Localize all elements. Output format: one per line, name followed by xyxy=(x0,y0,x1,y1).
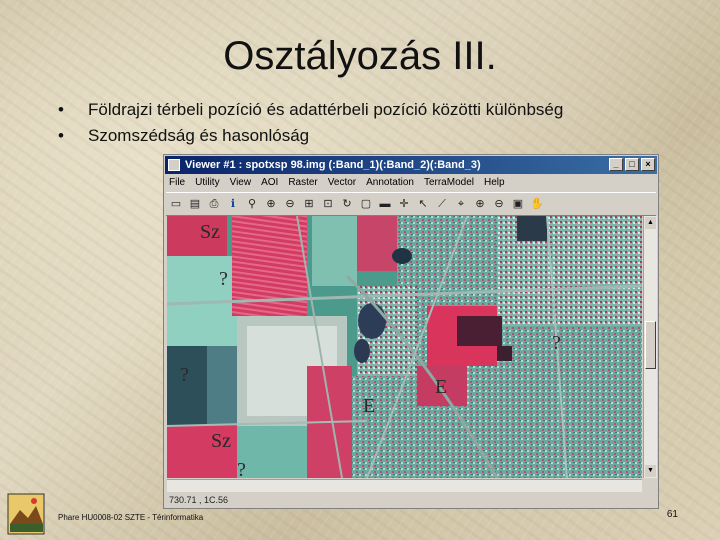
menu-raster[interactable]: Raster xyxy=(288,175,317,191)
footer-text: Phare HU0008-02 SZTE - Térinformatika xyxy=(58,513,204,522)
rotate-icon[interactable]: ↻ xyxy=(339,196,355,212)
hand-icon[interactable]: ✋ xyxy=(529,196,545,212)
satellite-image-graphic xyxy=(167,216,642,478)
magnifier-icon[interactable]: ⚲ xyxy=(244,196,260,212)
map-label-question: ? xyxy=(552,332,561,354)
line-icon[interactable]: ▬ xyxy=(377,196,393,212)
polyline-icon[interactable]: ⟋ xyxy=(434,196,450,212)
zoom-out-icon[interactable]: ⊖ xyxy=(282,196,298,212)
menu-bar: File Utility View AOI Raster Vector Anno… xyxy=(166,175,656,191)
map-label-sz-bottom: Sz xyxy=(211,430,231,452)
vertical-scrollbar[interactable]: ▲ ▼ xyxy=(643,216,657,478)
menu-file[interactable]: File xyxy=(169,175,185,191)
viewer-title: Viewer #1 : spotxsp 98.img (:Band_1)(:Ba… xyxy=(185,159,481,171)
fit-icon[interactable]: ▣ xyxy=(510,196,526,212)
bullet-text: Földrajzi térbeli pozíció és adattérbeli… xyxy=(88,100,564,119)
zoom-box-out-icon[interactable]: ⊖ xyxy=(491,196,507,212)
print-icon[interactable]: ⎙ xyxy=(206,196,222,212)
page-number: 61 xyxy=(666,509,678,520)
scroll-down-icon[interactable]: ▼ xyxy=(645,465,656,477)
status-bar: 730.71 , 1C.56 xyxy=(169,495,229,505)
pan-icon[interactable]: ⊡ xyxy=(320,196,336,212)
inquire-icon[interactable]: ↖ xyxy=(415,196,431,212)
zoom-in-icon[interactable]: ⊕ xyxy=(263,196,279,212)
slide-title: Osztályozás III. xyxy=(223,34,497,78)
menu-aoi[interactable]: AOI xyxy=(261,175,278,191)
map-label-e: E xyxy=(363,395,376,417)
info-icon[interactable]: ℹ xyxy=(225,196,241,212)
zoom-box-in-icon[interactable]: ⊕ xyxy=(472,196,488,212)
map-label-sz-top: Sz xyxy=(200,221,220,243)
bullet-list: • Földrajzi térbeli pozíció és adattérbel… xyxy=(58,97,563,149)
open-icon[interactable]: ▭ xyxy=(168,196,184,212)
map-label-e: E xyxy=(435,376,448,398)
toolbar: ▭ ▤ ⎙ ℹ ⚲ ⊕ ⊖ ⊞ ⊡ ↻ ▢ ▬ ✛ ↖ ⟋ ⌖ ⊕ ⊖ ▣ ✋ xyxy=(166,192,656,216)
viewer-titlebar[interactable]: Viewer #1 : spotxsp 98.img (:Band_1)(:Ba… xyxy=(165,156,657,174)
bullet-glyph: • xyxy=(58,100,64,119)
bullet-text: Szomszédság és hasonlóság xyxy=(88,126,310,145)
crosshair-icon[interactable]: ✛ xyxy=(396,196,412,212)
menu-help[interactable]: Help xyxy=(484,175,505,191)
menu-annotation[interactable]: Annotation xyxy=(366,175,414,191)
map-label-question: ? xyxy=(237,459,246,478)
scroll-thumb[interactable] xyxy=(645,321,656,369)
select-icon[interactable]: ⌖ xyxy=(453,196,469,212)
satellite-image[interactable]: Sz ? ? ? E E Sz ? xyxy=(167,216,642,478)
bullet-item: • Földrajzi térbeli pozíció és adattérbel… xyxy=(58,97,563,123)
map-label-question: ? xyxy=(219,268,228,290)
minimize-button[interactable]: _ xyxy=(609,158,623,171)
measure-icon[interactable]: ▢ xyxy=(358,196,374,212)
roam-icon[interactable]: ⊞ xyxy=(301,196,317,212)
close-button[interactable]: × xyxy=(641,158,655,171)
menu-terramodel[interactable]: TerraModel xyxy=(424,175,474,191)
menu-view[interactable]: View xyxy=(230,175,252,191)
window-icon xyxy=(168,159,180,171)
viewer-window: Viewer #1 : spotxsp 98.img (:Band_1)(:Ba… xyxy=(163,154,659,509)
bullet-item: • Szomszédság és hasonlóság xyxy=(58,123,563,149)
bullet-glyph: • xyxy=(58,126,64,145)
maximize-button[interactable]: □ xyxy=(625,158,639,171)
horizontal-scrollbar[interactable] xyxy=(167,479,642,492)
menu-utility[interactable]: Utility xyxy=(195,175,219,191)
save-icon[interactable]: ▤ xyxy=(187,196,203,212)
scroll-up-icon[interactable]: ▲ xyxy=(645,217,656,229)
university-logo xyxy=(7,493,45,535)
map-label-question: ? xyxy=(180,364,189,386)
menu-vector[interactable]: Vector xyxy=(328,175,356,191)
